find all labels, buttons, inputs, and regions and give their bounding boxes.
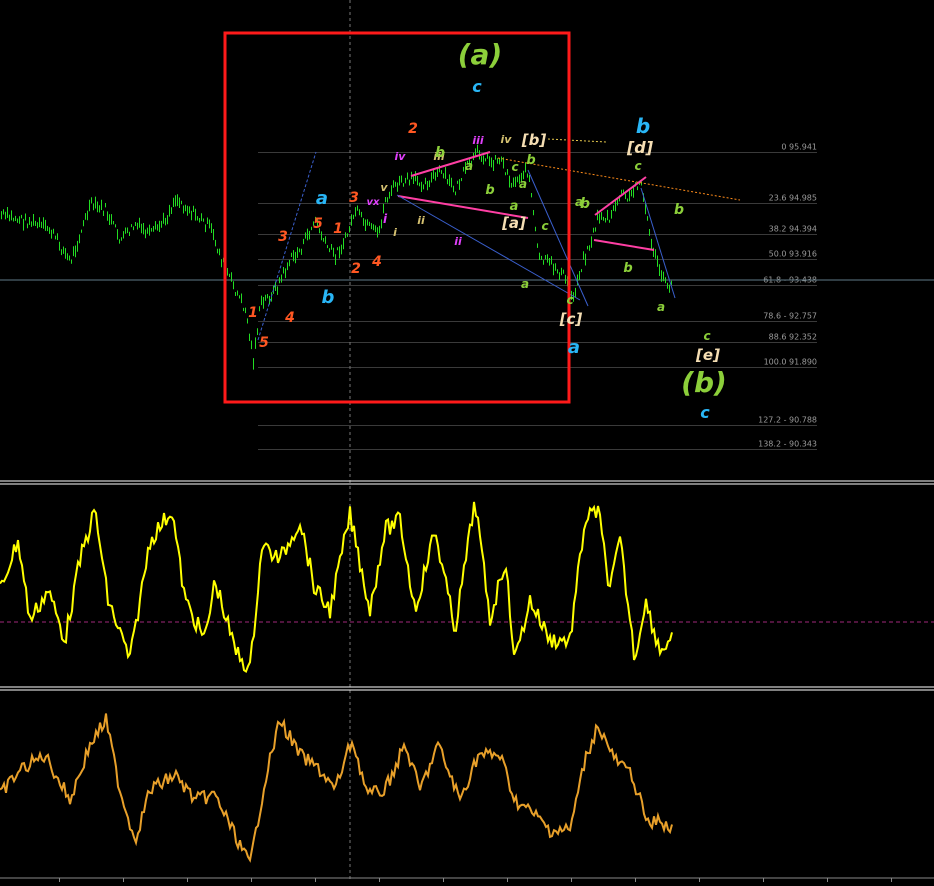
wave-label: ii	[417, 214, 425, 227]
wave-label: b	[674, 202, 684, 218]
wave-label: a	[465, 159, 473, 173]
wave-label: 2	[408, 121, 418, 137]
wave-label: iv	[395, 150, 407, 163]
fib-level-label: 50.0 93.916	[769, 250, 817, 259]
wave-label: b	[435, 145, 445, 161]
chart-canvas[interactable]: 0 95.941 23.6 94.985 38.2 94.394 50.0 93.91…	[0, 0, 934, 882]
wave-label: v	[380, 181, 388, 194]
fib-level-label: 38.2 94.394	[769, 225, 817, 234]
wave-label: c	[566, 293, 573, 307]
fib-level-label: 138.2 - 90.343	[758, 440, 817, 449]
wave-label: iii	[472, 134, 484, 147]
wave-label: a	[657, 300, 665, 314]
wave-label: i	[393, 226, 397, 239]
wave-label: (b)	[681, 366, 727, 399]
wave-label: 4	[284, 310, 295, 326]
wave-label: (a)	[458, 38, 503, 71]
wave-label: [e]	[695, 346, 720, 364]
fib-level-label: 100.0 91.890	[764, 358, 817, 367]
wave-label: [c]	[559, 310, 583, 328]
wave-label: iv	[501, 133, 513, 146]
wave-label: c	[541, 219, 548, 233]
wave-label: c	[634, 159, 641, 173]
wave-label: b	[636, 114, 650, 138]
wave-label: a	[519, 177, 527, 191]
wave-label: c	[511, 160, 518, 174]
wave-label: a	[510, 199, 519, 214]
wave-label: a	[316, 188, 328, 209]
fib-level-label: 127.2 - 90.788	[758, 416, 817, 425]
fib-level-label: 78.6 - 92.757	[763, 312, 817, 321]
wave-label: b	[526, 153, 535, 168]
fib-level-label: 88.6 92.352	[769, 333, 817, 342]
wave-label: c	[700, 403, 710, 422]
wave-label: 3	[349, 190, 359, 206]
fib-level-label: 0 95.941	[781, 143, 817, 152]
wave-label: [d]	[626, 138, 654, 157]
wave-label: [a]	[501, 214, 526, 232]
wave-label: 5	[259, 335, 269, 351]
chart-window: 0 95.941 23.6 94.985 38.2 94.394 50.0 93.91…	[0, 0, 934, 882]
wave-label: 5	[313, 216, 323, 232]
wave-label: b	[322, 287, 335, 308]
wave-label: c	[472, 77, 482, 96]
wave-label: c	[703, 329, 710, 343]
wave-label: b	[485, 183, 494, 198]
wave-label: [b]	[521, 131, 547, 149]
wave-label: 1	[248, 305, 258, 321]
wave-label: 3	[278, 229, 288, 245]
wave-label: a	[568, 337, 580, 358]
wave-label: 4	[371, 254, 382, 270]
wave-label: ii	[454, 235, 462, 248]
wave-label: 2	[351, 261, 361, 277]
wave-label: vx	[367, 197, 381, 208]
wave-label: b	[623, 261, 632, 276]
fib-level-label: 23.6 94.985	[769, 194, 817, 203]
wave-label: a	[575, 195, 583, 209]
wave-label: a	[521, 277, 529, 291]
wave-label: 1	[333, 221, 343, 237]
